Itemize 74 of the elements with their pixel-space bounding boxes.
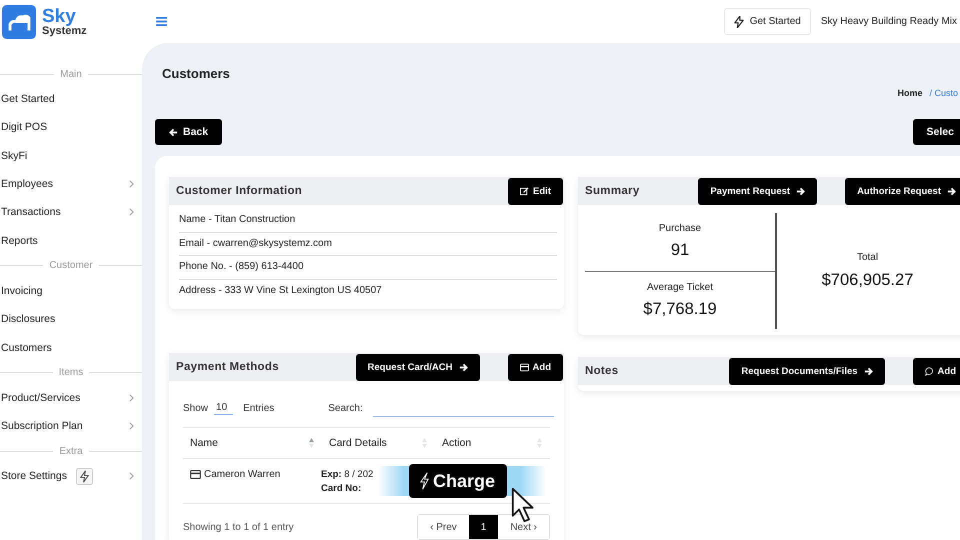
panel-title: Payment Methods [176,361,280,373]
stat-label: Total [856,252,878,263]
breadcrumb-link[interactable]: Home [897,88,922,98]
sidebar-item[interactable]: Digit POS [1,121,48,134]
panel-button[interactable]: Authorize Request [845,178,960,204]
panel-title: Summary [585,185,641,197]
column-header[interactable]: Card Details [329,437,387,449]
charge-button[interactable]: Charge [409,464,508,498]
arrow-right-icon [796,186,806,196]
back-button[interactable]: Back [155,119,222,145]
panel-button[interactable]: Add [508,354,563,380]
panel-button[interactable]: Payment Request [698,178,818,204]
logo-subtitle: Systemz [42,26,87,36]
sidebar-item[interactable]: Invoicing [1,284,42,297]
sidebar-item[interactable]: Transactions [1,206,61,218]
pagination-button[interactable]: 1 [468,515,498,539]
lightning-icon [419,471,430,491]
sidebar-item[interactable]: Customers [1,342,52,354]
comment-icon [924,366,934,376]
arrow-right-icon [458,362,468,372]
panel-button[interactable]: Add [912,358,960,384]
breadcrumb-current: / Custo [929,88,958,98]
panel-title: Customer Information [176,185,304,197]
select-button[interactable]: Selec [912,119,960,145]
panel-title: Notes [585,365,620,377]
column-header[interactable]: Action [442,437,472,449]
show-label: Show [183,402,208,414]
sidebar-item[interactable]: Disclosures [1,313,56,326]
section-label: Items [58,367,84,378]
stat-value: $706,905.27 [822,271,914,290]
stat-value: 91 [670,241,690,260]
edit-button[interactable]: Edit [508,178,563,204]
sort-icon[interactable] [422,438,427,448]
lightning-icon [734,16,744,28]
info-row: Name - Titan Construction [179,209,557,232]
get-started-button[interactable]: Get Started [724,8,811,35]
credit-card-icon [190,470,201,479]
arrow-right-icon [864,366,873,376]
card-number: Card No: [321,483,362,494]
logo-title: Sky [42,6,76,26]
column-header[interactable]: Name [190,437,218,449]
arrow-left-icon [169,128,178,136]
info-row: Phone No. - (859) 613-4400 [179,256,557,280]
sidebar-item[interactable]: Subscription Plan [1,420,83,432]
sort-icon[interactable] [537,438,542,448]
section-label: Customer [48,260,94,272]
sidebar-item[interactable]: Get Started [1,93,55,106]
menu-icon[interactable] [156,17,167,26]
search-label: Search: [328,402,363,414]
section-label: Extra [58,446,84,457]
sidebar-item[interactable]: Reports [1,234,38,247]
sidebar-item[interactable]: SkyFi [1,150,28,162]
entries-select[interactable]: 10 [214,402,234,414]
sidebar-item[interactable]: Product/Services [1,392,80,404]
company-name: Sky Heavy Building Ready Mix [820,16,957,27]
entries-label: Entries [243,402,274,414]
panel-button[interactable]: Request Documents/Files [729,358,885,384]
arrow-right-icon [947,186,956,196]
section-label: Main [59,68,83,80]
card-expiry: Exp: 8 / 202 [321,469,374,480]
table-info: Showing 1 to 1 of 1 entry [183,522,294,532]
sidebar-item[interactable]: Employees [1,178,53,190]
credit-card-icon [520,362,529,372]
page-title: Customers [162,66,230,81]
sort-icon[interactable] [309,438,314,448]
stat-label: Purchase [658,223,702,234]
table-cell: Cameron Warren [204,469,280,480]
info-row-text: Address - 333 W Vine St Lexington US 40507 [179,284,383,298]
info-row: Email - cwarren@skysystemz.com [179,232,557,256]
stat-value: $7,768.19 [643,300,717,319]
stat-label: Average Ticket [647,282,713,293]
sidebar-item[interactable]: Store Settings [1,470,67,482]
edit-icon [520,186,530,196]
panel-button[interactable]: Request Card/ACH [356,354,480,380]
